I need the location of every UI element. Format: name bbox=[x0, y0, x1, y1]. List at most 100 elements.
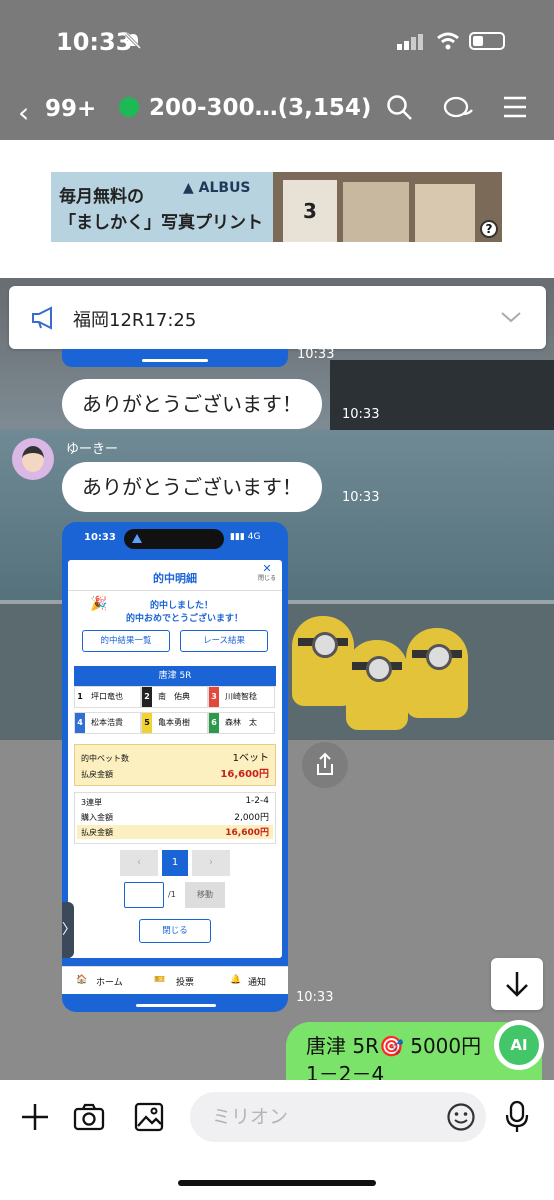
message-bubble[interactable]: ありがとうございます！ bbox=[62, 379, 322, 429]
hit-congrats: 的中おめでとうございます！ bbox=[126, 614, 244, 624]
party-popper-icon: 🎉 bbox=[90, 596, 108, 612]
side-tab: 〉 bbox=[62, 902, 76, 958]
page-total: /1 bbox=[168, 890, 176, 899]
racer-name: 川崎智稔 bbox=[225, 692, 257, 701]
page-number: 1 bbox=[162, 850, 188, 876]
chevron-down-icon[interactable] bbox=[500, 310, 522, 324]
outgoing-line1: 唐津 5R🎯 5000円 bbox=[306, 1034, 482, 1058]
racer-number: 4 bbox=[75, 713, 85, 733]
racer-number: 6 bbox=[209, 713, 219, 733]
racer-cell: 2 南 佑典 bbox=[141, 686, 208, 708]
race-results-button: レース結果 bbox=[180, 630, 268, 652]
arrow-down-icon bbox=[506, 972, 528, 997]
racer-name: 亀本勇樹 bbox=[158, 718, 190, 727]
ticket-icon: 🎫 bbox=[154, 975, 166, 985]
ad-photo bbox=[415, 184, 475, 242]
payout-summary: 的中ベット数 1ベット 払戻金額 16,600円 bbox=[74, 744, 276, 786]
group-status-icon bbox=[119, 97, 139, 117]
wallpaper-minion bbox=[292, 616, 354, 706]
race-name: 唐津 5R bbox=[74, 666, 276, 686]
back-chevron-icon[interactable]: ‹ bbox=[18, 96, 29, 129]
message-time: 10:33 bbox=[297, 347, 335, 362]
ad-photo bbox=[343, 182, 409, 242]
chat-bubbles-icon[interactable] bbox=[443, 94, 475, 124]
screenshot-image-message[interactable]: 10:33 ▮▮▮ 4G 的中明細 ✕ 閉じる 🎉 的中しました！ 的中おめでとう… bbox=[62, 522, 288, 1012]
announcement-text: 福岡12R17:25 bbox=[73, 310, 197, 331]
page-input bbox=[124, 882, 164, 908]
wallpaper-minion bbox=[346, 640, 408, 730]
ad-headline: 毎月無料の bbox=[59, 187, 144, 207]
ad-brand: ALBUS bbox=[198, 180, 251, 196]
share-button[interactable] bbox=[302, 742, 348, 788]
racer-name: 松本浩貴 bbox=[91, 718, 123, 727]
message-time: 10:33 bbox=[342, 490, 380, 505]
ad-photos: 3 bbox=[273, 172, 502, 242]
wifi-icon bbox=[437, 32, 459, 50]
ad-area: 毎月無料の 「ましかく」写真プリント ▲ ALBUS 3 ? bbox=[0, 140, 554, 278]
message-bubble[interactable]: ありがとうございます！ bbox=[62, 462, 322, 512]
hit-message: 的中しました！ bbox=[150, 601, 214, 611]
dynamic-island bbox=[124, 529, 224, 549]
racer-cell: 5 亀本勇樹 bbox=[141, 712, 208, 734]
avatar[interactable] bbox=[12, 438, 54, 480]
sender-name: ゆーきー bbox=[66, 442, 119, 457]
ad-subline: 「ましかく」写真プリント bbox=[59, 213, 263, 233]
announcement-bar[interactable]: 福岡12R17:25 bbox=[9, 286, 546, 349]
battery-icon bbox=[469, 32, 505, 50]
scroll-to-bottom-button[interactable] bbox=[491, 958, 543, 1010]
bell-icon: 🔔 bbox=[230, 975, 242, 985]
ad-info-icon[interactable]: ? bbox=[480, 220, 498, 238]
racer-name: 南 佑典 bbox=[158, 692, 190, 701]
bell-slash-icon bbox=[124, 32, 142, 50]
emoji-icon[interactable] bbox=[446, 1102, 476, 1132]
unread-count[interactable]: 99+ bbox=[45, 96, 96, 122]
status-time: 10:33 bbox=[56, 28, 133, 56]
shot-bottom-nav: 🏠 ホーム 🎫 投票 🔔 通知 bbox=[62, 966, 288, 994]
message-time: 10:33 bbox=[342, 407, 380, 422]
shot-network: ▮▮▮ 4G bbox=[230, 532, 261, 542]
status-bar: 10:33 bbox=[0, 0, 554, 84]
results-list-button: 的中結果一覧 bbox=[82, 630, 170, 652]
wallpaper-minion bbox=[406, 628, 468, 718]
racer-number: 5 bbox=[142, 713, 152, 733]
share-icon bbox=[317, 752, 333, 775]
racer-cell: 3 川崎智稔 bbox=[208, 686, 275, 708]
camera-icon[interactable] bbox=[73, 1102, 105, 1132]
message-input[interactable] bbox=[190, 1092, 486, 1142]
racer-cell: 1 坪口竜也 bbox=[74, 686, 141, 708]
racer-cell: 6 森林 太 bbox=[208, 712, 275, 734]
racer-cell: 4 松本浩貴 bbox=[74, 712, 141, 734]
racer-number: 3 bbox=[209, 687, 219, 707]
microphone-icon[interactable] bbox=[505, 1100, 529, 1134]
menu-icon[interactable] bbox=[502, 94, 528, 120]
chat-header: ‹ 99+ 200-300…(3,154) bbox=[0, 84, 554, 140]
move-button: 移動 bbox=[185, 882, 225, 908]
racer-number: 1 bbox=[75, 687, 85, 707]
close-button: 閉じる bbox=[139, 919, 211, 943]
home-icon: 🏠 bbox=[76, 975, 88, 985]
previous-image-message[interactable] bbox=[62, 349, 288, 367]
racer-name: 森林 太 bbox=[225, 718, 257, 727]
image-icon[interactable] bbox=[134, 1102, 164, 1132]
shot-status-time: 10:33 bbox=[84, 532, 116, 543]
home-indicator bbox=[178, 1180, 376, 1186]
result-card: 的中明細 ✕ 閉じる 🎉 的中しました！ 的中おめでとうございます！ 的中結果一覧… bbox=[68, 560, 282, 958]
plus-icon[interactable] bbox=[20, 1102, 50, 1132]
search-icon[interactable] bbox=[386, 94, 414, 122]
racer-number: 2 bbox=[142, 687, 152, 707]
result-title: 的中明細 bbox=[153, 572, 197, 585]
next-page-button: › bbox=[192, 850, 230, 876]
chat-title[interactable]: 200-300…(3,154) bbox=[149, 95, 371, 121]
ad-banner[interactable]: 毎月無料の 「ましかく」写真プリント ▲ ALBUS 3 ? bbox=[51, 172, 502, 242]
megaphone-icon bbox=[32, 306, 52, 330]
ai-button[interactable]: AI bbox=[494, 1020, 544, 1070]
bet-detail: 3連単 1-2-4 購入金額 2,000円 払戻金額 16,600円 bbox=[74, 792, 276, 844]
close-icon: ✕ 閉じる bbox=[257, 562, 276, 582]
ai-label: AI bbox=[499, 1025, 539, 1065]
signal-icon bbox=[397, 34, 423, 50]
prev-page-button: ‹ bbox=[120, 850, 158, 876]
ad-logo: ▲ ALBUS bbox=[183, 180, 251, 196]
message-time: 10:33 bbox=[296, 990, 334, 1005]
racer-name: 坪口竜也 bbox=[91, 692, 123, 701]
ad-calendar: 3 bbox=[283, 180, 337, 242]
